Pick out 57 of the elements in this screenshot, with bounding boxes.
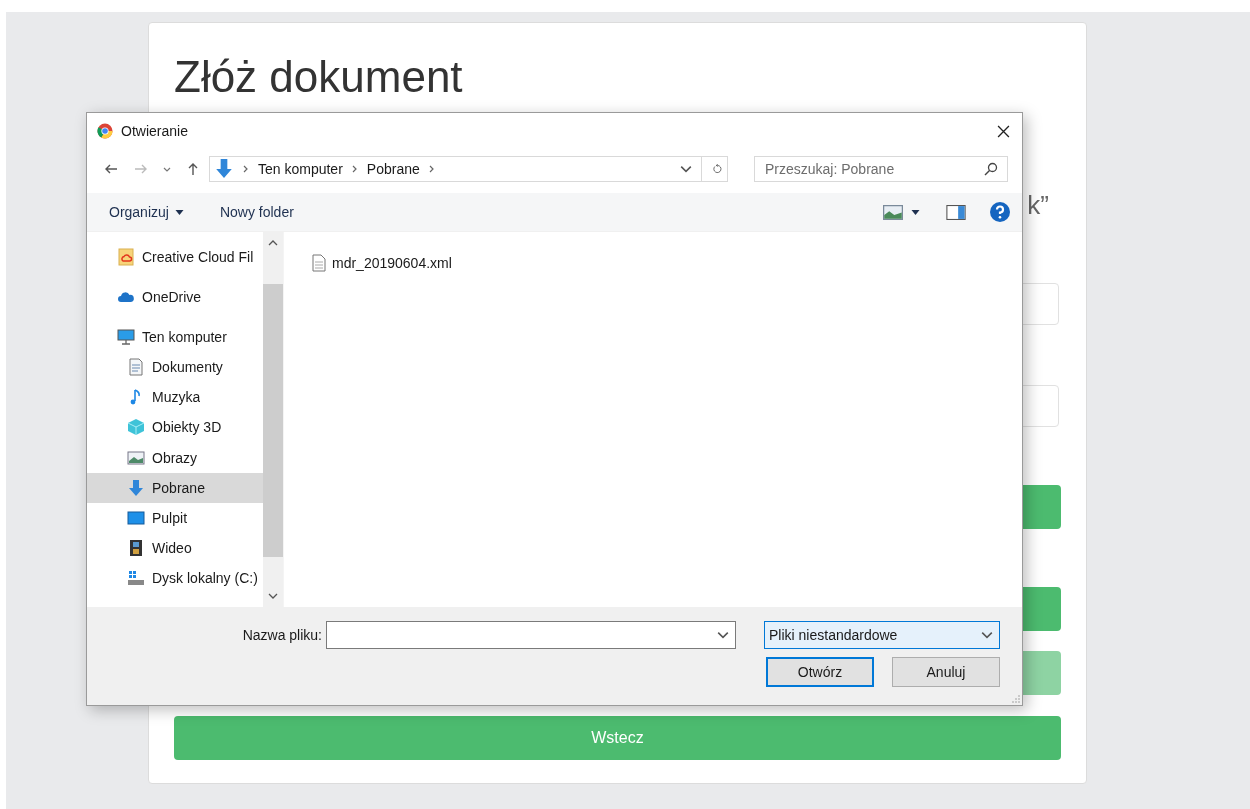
subtitle-text: k” (1027, 189, 1049, 221)
cancel-button[interactable]: Anuluj (892, 657, 1000, 687)
chevron-right-icon (351, 165, 358, 173)
picture-icon (127, 448, 145, 467)
folder-icon (117, 248, 135, 266)
preview-pane-icon[interactable] (946, 204, 966, 220)
resize-grip-icon[interactable] (1012, 695, 1020, 703)
drive-icon (127, 569, 145, 588)
nav-item[interactable]: OneDrive (87, 282, 263, 312)
view-options-icon[interactable] (883, 204, 903, 220)
open-button[interactable]: Otwórz (766, 657, 874, 687)
breadcrumb-item[interactable]: Pobrane (366, 161, 420, 177)
chevron-down-icon (981, 630, 993, 640)
breadcrumb-item[interactable]: Ten komputer (258, 161, 343, 177)
chevron-right-icon (428, 165, 435, 173)
document-icon (312, 254, 326, 272)
caret-icon[interactable] (911, 209, 920, 215)
scroll-up-icon[interactable] (268, 240, 278, 246)
new-folder-button[interactable]: Nowy folder (211, 200, 302, 224)
filename-field[interactable] (326, 621, 736, 649)
close-icon[interactable] (997, 124, 1010, 138)
page-title: Złóż dokument (174, 51, 463, 103)
scroll-down-icon[interactable] (268, 593, 278, 599)
nav-item[interactable]: Pulpit (87, 502, 263, 534)
refresh-icon[interactable] (711, 164, 723, 174)
file-item[interactable]: mdr_20190604.xml (310, 252, 454, 274)
chevron-right-icon (243, 165, 249, 173)
nav-item[interactable]: Pobrane (87, 472, 263, 503)
caret-icon (174, 209, 184, 215)
address-bar[interactable]: Ten komputer Pobrane (209, 156, 728, 182)
scrollbar[interactable] (263, 232, 283, 607)
help-icon[interactable] (990, 202, 1010, 222)
nav-item[interactable]: Ten komputer (87, 322, 263, 352)
download-icon (127, 478, 145, 497)
search-icon (984, 162, 998, 176)
chevron-down-icon[interactable] (680, 164, 692, 174)
monitor-icon (117, 328, 135, 346)
download-icon (214, 159, 234, 179)
nav-item[interactable]: Wideo (87, 533, 263, 564)
search-field[interactable]: Przeszukaj: Pobrane (754, 156, 1008, 182)
app-logo-icon (97, 123, 113, 139)
nav-item[interactable]: Obrazy (87, 442, 263, 473)
nav-item[interactable]: Muzyka (87, 382, 263, 413)
nav-item[interactable]: Creative Cloud Fil (87, 242, 263, 272)
nav-item[interactable]: Obiekty 3D (87, 412, 263, 443)
filename-label: Nazwa pliku: (242, 627, 322, 643)
organize-menu[interactable]: Organizuj (101, 200, 192, 224)
nav-item[interactable]: Dokumenty (87, 352, 263, 383)
desktop-icon (127, 509, 145, 528)
file-type-dropdown[interactable]: Pliki niestandardowe (764, 621, 1000, 649)
chevron-down-icon (717, 630, 729, 640)
nav-item[interactable]: Dysk lokalny (C:) (87, 563, 263, 594)
document-icon (127, 358, 145, 377)
dialog-title: Otwieranie (121, 123, 189, 139)
chevron-down-icon[interactable] (163, 165, 171, 173)
film-icon (127, 539, 145, 558)
cube-icon (127, 418, 145, 437)
